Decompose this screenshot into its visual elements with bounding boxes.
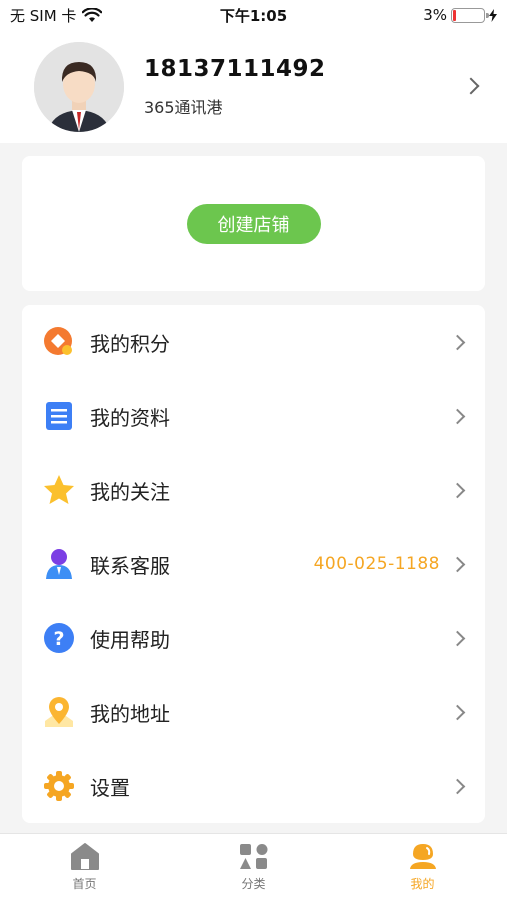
status-left: 无 SIM 卡: [10, 5, 103, 26]
service-phone[interactable]: 400-025-1188: [314, 554, 440, 574]
wifi-icon: [82, 7, 103, 22]
menu-item-profile-info[interactable]: 我的资料: [22, 379, 485, 453]
settings-gear-icon: [42, 769, 76, 803]
menu-label-profile-info: 我的资料: [90, 405, 170, 430]
menu-label-settings: 设置: [90, 775, 130, 800]
location-pin-icon: [42, 695, 76, 729]
chevron-right-icon: [449, 556, 466, 572]
menu-item-points[interactable]: 我的积分: [22, 305, 485, 379]
menu-item-settings[interactable]: 设置: [22, 749, 485, 823]
menu-label-address: 我的地址: [90, 701, 170, 726]
menu-item-help[interactable]: ? 使用帮助: [22, 601, 485, 675]
battery-percent: 3%: [423, 6, 447, 24]
chevron-right-icon: [449, 482, 466, 498]
menu-label-following: 我的关注: [90, 479, 170, 504]
menu-card: 我的积分 我的资料 我的关注 联系客服 400-025-1188 ? 使用帮助 …: [22, 305, 485, 823]
menu-item-address[interactable]: 我的地址: [22, 675, 485, 749]
menu-item-customer-service[interactable]: 联系客服 400-025-1188: [22, 527, 485, 601]
points-icon: [42, 325, 76, 359]
profile-text: 18137111492 365通讯港: [144, 56, 507, 118]
carrier-text: 无 SIM 卡: [10, 6, 77, 25]
charging-icon: [489, 8, 497, 22]
profile-icon: [409, 844, 436, 869]
menu-item-following[interactable]: 我的关注: [22, 453, 485, 527]
customer-service-icon: [42, 547, 76, 581]
chevron-right-icon: [449, 334, 466, 350]
chevron-right-icon: [449, 778, 466, 794]
store-card: 创建店铺: [22, 156, 485, 291]
help-icon: ?: [42, 621, 76, 655]
svg-text:?: ?: [53, 628, 64, 650]
menu-label-customer-service: 联系客服: [90, 553, 170, 578]
tab-bar: 首页 分类 我的: [0, 833, 507, 900]
chevron-right-icon: [449, 630, 466, 646]
category-icon: [239, 844, 267, 869]
create-store-button[interactable]: 创建店铺: [186, 203, 321, 244]
status-right: 3%: [423, 6, 497, 24]
battery-icon: [451, 7, 489, 23]
chevron-right-icon: [449, 408, 466, 424]
menu-label-points: 我的积分: [90, 331, 170, 356]
avatar[interactable]: [34, 41, 124, 132]
profile-phone: 18137111492: [144, 55, 326, 82]
tab-home[interactable]: 首页: [0, 834, 169, 900]
document-icon: [42, 399, 76, 433]
menu-label-help: 使用帮助: [90, 627, 170, 652]
home-icon: [70, 843, 99, 870]
chevron-right-icon: [449, 704, 466, 720]
tab-label-category: 分类: [241, 877, 266, 891]
tab-category[interactable]: 分类: [169, 834, 338, 900]
status-bar: 无 SIM 卡 下午1:05 3%: [0, 0, 507, 30]
avatar-person-icon: [34, 41, 124, 132]
profile-company: 365通讯港: [144, 97, 223, 117]
star-icon: [42, 473, 76, 507]
tab-mine[interactable]: 我的: [338, 834, 507, 900]
tab-label-mine: 我的: [410, 877, 435, 891]
tab-label-home: 首页: [72, 877, 97, 891]
profile-header[interactable]: 18137111492 365通讯港: [0, 30, 507, 143]
